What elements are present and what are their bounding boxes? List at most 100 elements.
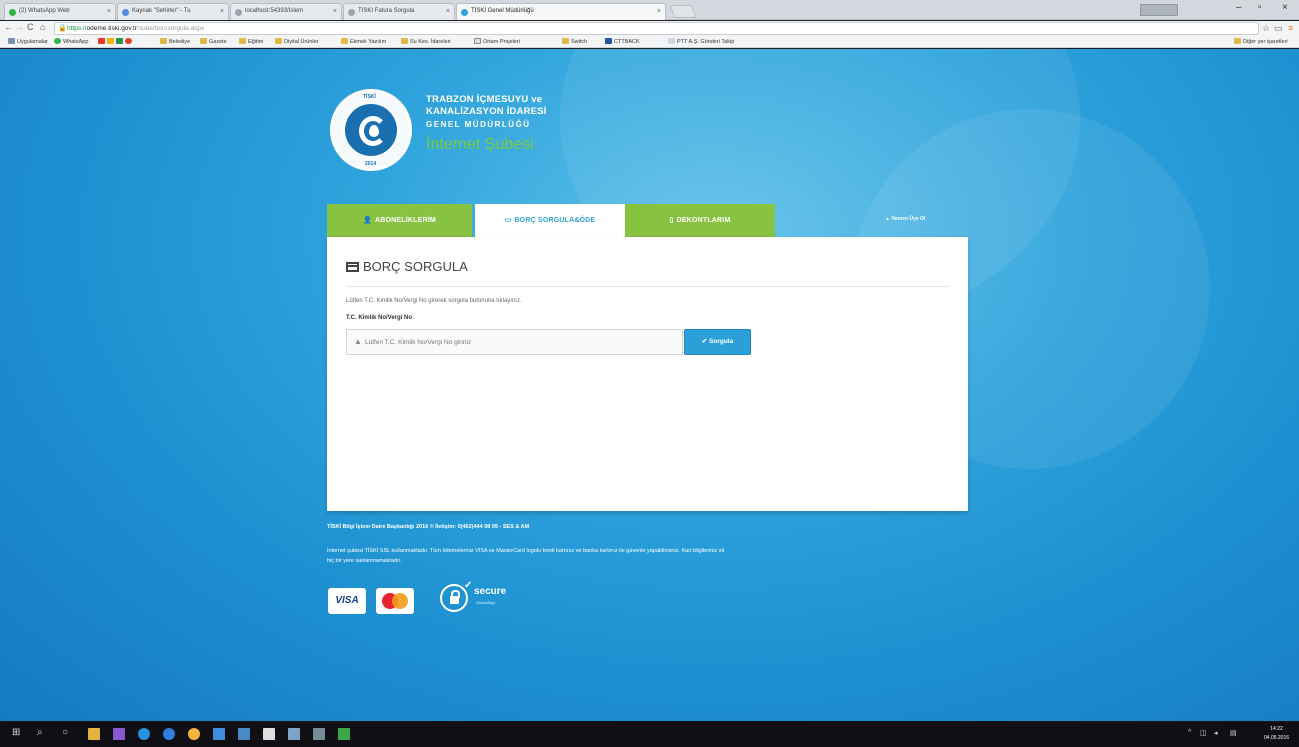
page-favicon-icon [348, 9, 355, 16]
document-icon: ▯ [669, 217, 674, 224]
bookmark-item[interactable]: Switch [562, 37, 587, 47]
system-clock[interactable]: 14:22 04.05.2016 [1264, 725, 1289, 743]
windows-start-icon[interactable]: ⊞ [12, 727, 20, 738]
tab-label: DEKONTLARIM [676, 217, 731, 224]
credit-card-icon: ▭ [504, 217, 512, 224]
bookmark-item[interactable]: CTTBACK [605, 37, 640, 47]
browser-tab[interactable]: localhost:54393/Islem × [230, 3, 342, 20]
chrome-icon[interactable] [188, 728, 200, 740]
bookmark-item[interactable]: Ekmek Yazılım [341, 37, 386, 47]
panel-title: BORÇ SORGULA [346, 259, 468, 274]
bookmark-item[interactable]: Ortam Projeleri [474, 37, 520, 47]
bookmark-item[interactable] [98, 37, 134, 47]
file-explorer-icon[interactable] [88, 728, 100, 740]
back-icon[interactable]: ← [4, 22, 13, 32]
main-nav: 👤 ABONELİKLERİM ▭ BORÇ SORGULA&ÖDE ▯ DEKONT… [327, 204, 968, 237]
tab-label: Kaynak "Sehirler" - Tu [132, 8, 191, 14]
task-view-icon[interactable]: ○ [62, 727, 68, 738]
bookmark-item[interactable]: Belediye [160, 37, 190, 47]
app-icon[interactable] [213, 728, 225, 740]
mastercard-logo [376, 588, 414, 614]
forward-icon[interactable]: → [15, 22, 24, 32]
close-icon[interactable]: × [107, 4, 111, 19]
url-domain: odeme.tiski.gov.tr [86, 25, 137, 32]
tab-label: BORÇ SORGULA&ÖDE [514, 217, 596, 224]
tray-chevron-icon[interactable]: ^ [1188, 729, 1191, 736]
close-icon[interactable]: × [446, 4, 450, 19]
visa-logo: VISA [328, 588, 366, 614]
secure-title: secure [474, 586, 507, 597]
reload-icon[interactable]: C [27, 22, 34, 32]
user-icon: 👤 [363, 217, 372, 224]
close-icon[interactable]: × [657, 4, 661, 19]
maximize-icon[interactable]: ▫ [1258, 2, 1262, 13]
url-path: /sube/borcsorgula.aspx [136, 25, 205, 32]
notification-icon[interactable]: ▤ [1230, 729, 1237, 737]
close-icon[interactable]: × [333, 4, 337, 19]
page-favicon-icon [122, 9, 129, 16]
url-prefix: https:// [67, 25, 87, 32]
tc-no-field[interactable]: ▲ [346, 329, 683, 355]
internet-explorer-icon[interactable] [138, 728, 150, 740]
tab-label: (2) WhatsApp Web [19, 8, 70, 14]
org-line-2: KANALİZASYON İDARESİ [426, 106, 547, 117]
tab-aboneliklerim[interactable]: 👤 ABONELİKLERİM [327, 204, 472, 237]
search-icon[interactable]: ⌕ [37, 727, 43, 738]
browser-tab-active[interactable]: TİSKİ Genel Müdürlüğü × [456, 3, 666, 20]
query-button[interactable]: ✔ Sorgula [684, 329, 751, 355]
close-icon[interactable]: × [220, 4, 224, 19]
new-tab-button[interactable] [669, 5, 697, 18]
cast-icon[interactable]: ▭ [1274, 23, 1283, 34]
org-line-3: GENEL MÜDÜRLÜĞÜ [426, 120, 531, 129]
home-icon[interactable]: ⌂ [40, 22, 45, 32]
debt-query-panel: BORÇ SORGULA Lütfen T.C. Kimlik No/Vergi… [327, 237, 968, 511]
page-favicon-icon [461, 9, 468, 16]
bookmark-item[interactable]: PTT A.Ş. Gönderi Takip [668, 37, 734, 47]
profile-button[interactable] [1140, 4, 1178, 16]
app-icon[interactable] [338, 728, 350, 740]
tc-no-input[interactable] [365, 330, 677, 354]
calculator-icon[interactable] [263, 728, 275, 740]
water-drop-icon [369, 125, 379, 137]
tab-label: TİSKİ Genel Müdürlüğü [471, 8, 534, 14]
signup-link[interactable]: ▲ Hemen Üye Ol [885, 216, 925, 222]
tab-dekontlarim[interactable]: ▯ DEKONTLARIM [625, 204, 775, 237]
close-window-icon[interactable]: × [1282, 2, 1288, 13]
bookmark-item[interactable]: Eğitim [239, 37, 263, 47]
tiski-seal-logo: TİSKİ 2014 [330, 89, 412, 171]
tab-borc-sorgula[interactable]: ▭ BORÇ SORGULA&ÖDE [475, 204, 625, 237]
bookmark-item[interactable]: WhatsApp [54, 37, 88, 47]
seal-inner [343, 102, 399, 158]
star-icon[interactable]: ☆ [1262, 23, 1270, 34]
app-icon[interactable] [238, 728, 250, 740]
visual-studio-icon[interactable] [113, 728, 125, 740]
seal-year: 2014 [365, 161, 377, 167]
user-icon: ▲ [354, 337, 362, 346]
volume-icon[interactable]: ◂ [1214, 729, 1218, 737]
browser-tabstrip: (2) WhatsApp Web × Kaynak "Sehirler" - T… [0, 0, 1299, 20]
bookmark-item[interactable]: Su Kes. İdareleri [401, 37, 451, 47]
bookmarks-bar: Uygulamalar WhatsApp Belediye Gazete Eği… [0, 36, 1299, 48]
browser-tab[interactable]: TISKI Fatura Sorgula × [343, 3, 455, 20]
browser-tab[interactable]: Kaynak "Sehirler" - Tu × [117, 3, 229, 20]
browser-tab[interactable]: (2) WhatsApp Web × [4, 3, 116, 20]
bookmark-item[interactable]: Uygulamalar [8, 37, 48, 47]
tab-label: localhost:54393/Islem [245, 8, 304, 14]
bookmark-item[interactable]: Diyital Ürünler [275, 37, 319, 47]
bookmark-item[interactable]: Gazete [200, 37, 227, 47]
app-icon[interactable] [288, 728, 300, 740]
network-icon[interactable]: ◫ [1200, 729, 1207, 737]
edge-icon[interactable] [163, 728, 175, 740]
app-icon[interactable] [313, 728, 325, 740]
user-plus-icon: ▲ [885, 216, 890, 222]
menu-icon[interactable]: ≡ [1288, 23, 1293, 33]
clock-date: 04.05.2016 [1264, 735, 1290, 741]
minimize-icon[interactable]: – [1236, 2, 1242, 13]
check-icon: ✓ [464, 580, 473, 591]
address-bar[interactable]: 🔒 https://odeme.tiski.gov.tr/sube/borcso… [54, 22, 1259, 35]
tc-no-label: T.C. Kimlik No/Vergi No [346, 315, 413, 321]
browser-toolbar: ← → C ⌂ 🔒 https://odeme.tiski.gov.tr/sub… [0, 21, 1299, 36]
page-body: TİSKİ 2014 TRABZON İÇMESUYU ve KANALİZAS… [0, 49, 1299, 721]
whatsapp-favicon-icon [9, 9, 16, 16]
other-bookmarks[interactable]: Diğer yer işaretleri [1234, 37, 1288, 47]
